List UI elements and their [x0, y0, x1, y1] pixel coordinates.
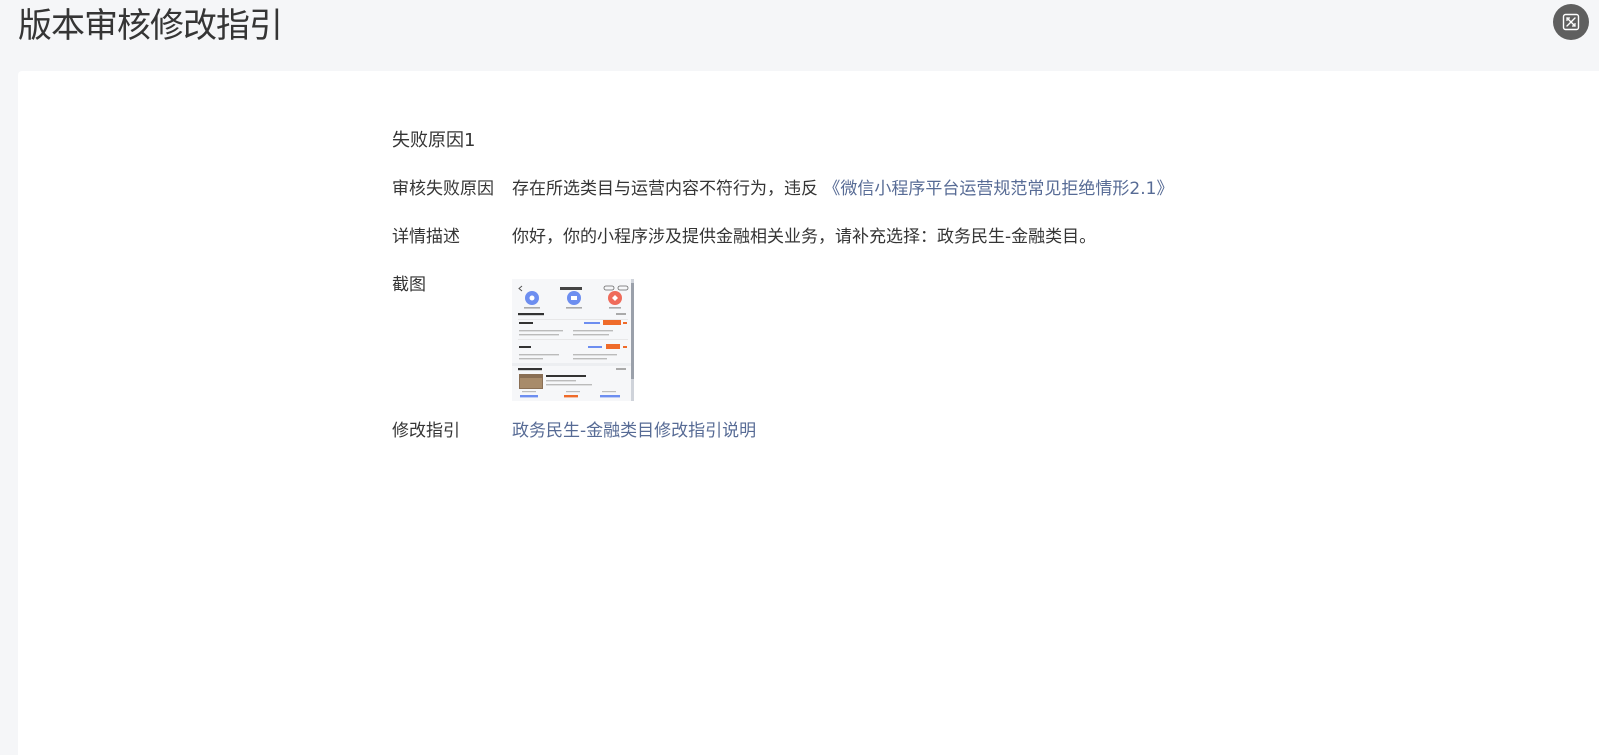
failure-detail: 失败原因1 审核失败原因 存在所选类目与运营内容不符行为，违反 《微信小程序平台…	[392, 127, 1392, 465]
reason-row: 审核失败原因 存在所选类目与运营内容不符行为，违反 《微信小程序平台运营规范常见…	[392, 175, 1392, 203]
reason-label: 审核失败原因	[392, 179, 494, 199]
reason-text: 存在所选类目与运营内容不符行为，违反	[512, 179, 818, 199]
description-text: 你好，你的小程序涉及提供金融相关业务，请补充选择：政务民生-金融类目。	[512, 227, 1097, 247]
description-label: 详情描述	[392, 227, 460, 247]
page-title: 版本审核修改指引	[18, 6, 283, 46]
thumbnail-scrollbar	[631, 279, 634, 401]
section-title: 失败原因1	[392, 130, 476, 151]
guide-link[interactable]: 政务民生-金融类目修改指引说明	[512, 421, 756, 441]
fullscreen-exit-icon	[1562, 13, 1580, 31]
screenshot-row: 截图	[392, 271, 1392, 401]
screenshot-label: 截图	[392, 275, 426, 295]
detail-card: 失败原因1 审核失败原因 存在所选类目与运营内容不符行为，违反 《微信小程序平台…	[18, 71, 1599, 755]
reason-value: 存在所选类目与运营内容不符行为，违反 《微信小程序平台运营规范常见拒绝情形2.1…	[512, 175, 1173, 203]
guide-value: 政务民生-金融类目修改指引说明	[512, 417, 756, 445]
guide-label: 修改指引	[392, 421, 460, 441]
guide-row: 修改指引 政务民生-金融类目修改指引说明	[392, 417, 1392, 445]
thumbnail-scrollbar-thumb	[631, 283, 634, 379]
screenshot-value	[512, 271, 634, 401]
description-row: 详情描述 你好，你的小程序涉及提供金融相关业务，请补充选择：政务民生-金融类目。	[392, 223, 1392, 251]
fullscreen-exit-button[interactable]	[1553, 4, 1589, 40]
screenshot-thumbnail[interactable]	[512, 279, 634, 401]
app-screenshot-image	[512, 279, 634, 401]
reason-policy-link[interactable]: 《微信小程序平台运营规范常见拒绝情形2.1》	[823, 179, 1173, 199]
